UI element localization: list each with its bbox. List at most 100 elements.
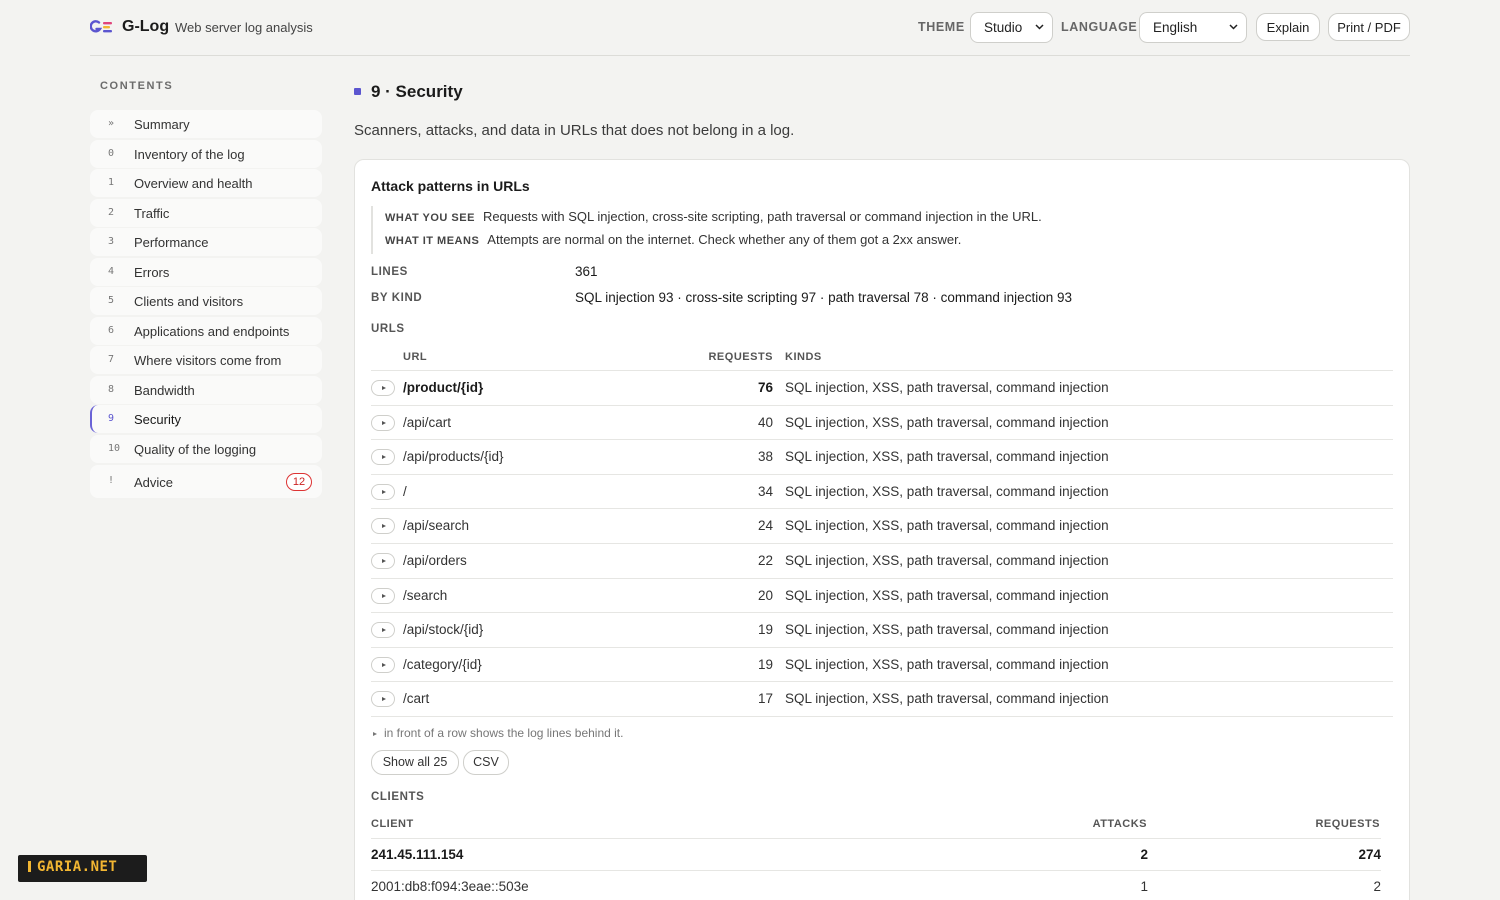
url-cell: /cart (403, 691, 430, 707)
url-cell: /api/products/{id} (403, 449, 504, 465)
url-cell: /product/{id} (403, 380, 484, 395)
chevron-down-icon (1035, 24, 1044, 30)
expand-row-button[interactable] (371, 449, 395, 466)
lines-key: LINES (371, 266, 408, 278)
client-cell: 2001:db8:f094:3eae::503e (371, 879, 529, 894)
table-row[interactable]: 2001:db8:f094:3eae::503e 1 2 (371, 870, 1381, 900)
table-row[interactable]: /cart 17 SQL injection, XSS, path traver… (371, 681, 1393, 716)
kinds-cell: SQL injection, XSS, path traversal, comm… (785, 414, 1109, 430)
table-row[interactable]: 241.45.111.154 2 274 (371, 838, 1381, 870)
app-name: G-Log (122, 18, 170, 35)
url-cell: /category/{id} (403, 656, 482, 672)
kinds-cell: SQL injection, XSS, path traversal, comm… (785, 483, 1109, 499)
table-row[interactable]: /api/products/{id} 38 SQL injection, XSS… (371, 439, 1393, 474)
csv-button[interactable]: CSV (463, 750, 509, 775)
sidebar-item-label: Security (134, 412, 181, 428)
table-row[interactable]: /product/{id} 76 SQL injection, XSS, pat… (371, 370, 1393, 405)
requests-cell: 24 (757, 518, 773, 534)
attacks-cell: 2 (1140, 847, 1148, 862)
expand-row-button[interactable] (371, 553, 395, 569)
client-requests-column-header: REQUESTS (1315, 818, 1380, 830)
nav-number: 7 (108, 354, 115, 366)
lines-value: 361 (575, 264, 598, 279)
nav-number: » (108, 118, 115, 129)
contents-heading: CONTENTS (100, 80, 174, 92)
expand-row-button[interactable] (371, 518, 395, 535)
app-subtitle: Web server log analysis (175, 20, 313, 35)
kinds-cell: SQL injection, XSS, path traversal, comm… (785, 518, 1109, 534)
sidebar-item-label: Traffic (134, 205, 170, 221)
g-log-logo-icon (90, 20, 112, 33)
sidebar-item-logging-quality[interactable]: 10 Quality of the logging (90, 435, 322, 464)
sidebar-item-label: Summary (134, 117, 190, 132)
kinds-cell: SQL injection, XSS, path traversal, comm… (785, 656, 1109, 672)
sidebar-item-label: Errors (134, 264, 170, 280)
contents-nav: » Summary 0 Inventory of the log 1 Overv… (90, 110, 322, 500)
nav-number: 4 (108, 265, 115, 277)
what-it-means-key: WHAT IT MEANS (385, 235, 480, 247)
nav-number: 0 (108, 147, 115, 159)
sidebar-item-label: Overview and health (134, 176, 253, 192)
sidebar-item-label: Inventory of the log (134, 146, 245, 162)
sidebar-item-label: Quality of the logging (134, 442, 257, 458)
kinds-cell: SQL injection, XSS, path traversal, comm… (785, 587, 1109, 603)
table-row[interactable]: /api/orders 22 SQL injection, XSS, path … (371, 543, 1393, 578)
sidebar-item-traffic[interactable]: 2 Traffic (90, 198, 322, 227)
expand-row-button[interactable] (371, 380, 395, 396)
nav-number: 1 (108, 177, 115, 189)
table-row[interactable]: /category/{id} 19 SQL injection, XSS, pa… (371, 646, 1393, 682)
expand-row-button[interactable] (371, 656, 395, 673)
nav-number: 3 (108, 236, 115, 248)
sidebar-item-summary[interactable]: » Summary (90, 110, 322, 138)
requests-cell: 38 (757, 449, 773, 465)
sidebar-item-advice[interactable]: ! Advice 12 (90, 465, 322, 499)
sidebar-item-performance[interactable]: 3 Performance (90, 228, 322, 257)
expand-row-button[interactable] (371, 691, 395, 708)
nav-number: 9 (108, 413, 115, 425)
sidebar-item-security[interactable]: 9 Security (90, 405, 322, 434)
sidebar-item-clients[interactable]: 5 Clients and visitors (90, 287, 322, 316)
table-row[interactable]: /api/stock/{id} 19 SQL injection, XSS, p… (371, 612, 1393, 647)
play-triangle-icon (373, 731, 377, 736)
requests-cell: 76 (757, 380, 773, 395)
watermark-bar-icon (28, 861, 31, 872)
client-cell: 241.45.111.154 (371, 847, 464, 862)
sidebar-item-label: Where visitors come from (134, 353, 282, 369)
show-all-button[interactable]: Show all 25 (371, 750, 459, 775)
print-pdf-button[interactable]: Print / PDF (1328, 13, 1410, 41)
expand-row-button[interactable] (371, 587, 395, 604)
table-row[interactable]: / 34 SQL injection, XSS, path traversal,… (371, 473, 1393, 509)
sidebar-item-errors[interactable]: 4 Errors (90, 257, 322, 286)
sidebar-item-referrers[interactable]: 7 Where visitors come from (90, 346, 322, 375)
table-row[interactable]: /api/cart 40 SQL injection, XSS, path tr… (371, 404, 1393, 440)
what-you-see-row: WHAT YOU SEE Requests with SQL injection,… (385, 209, 1042, 224)
requests-cell: 20 (757, 587, 773, 603)
theme-select-value: Studio (984, 20, 1023, 35)
expand-row-button[interactable] (371, 622, 395, 639)
what-you-see-text: Requests with SQL injection, cross-site … (482, 209, 1042, 224)
expand-row-button[interactable] (371, 483, 395, 500)
explain-button[interactable]: Explain (1256, 13, 1320, 41)
language-label: LANGUAGE (1061, 20, 1138, 34)
what-it-means-text: Attempts are normal on the internet. Che… (487, 232, 962, 247)
language-select[interactable]: English (1139, 12, 1247, 43)
nav-number: 8 (108, 383, 115, 395)
sidebar-item-label: Performance (134, 235, 209, 251)
table-row[interactable]: /api/search 24 SQL injection, XSS, path … (371, 508, 1393, 543)
kinds-cell: SQL injection, XSS, path traversal, comm… (785, 553, 1109, 568)
expand-hint: in front of a row shows the log lines be… (373, 726, 623, 740)
chevron-down-icon (1229, 24, 1238, 30)
sidebar-item-inventory[interactable]: 0 Inventory of the log (90, 139, 322, 168)
garia-watermark: GARIA.NET (18, 855, 147, 882)
section-title: 9 · Security (371, 82, 463, 101)
language-select-value: English (1153, 20, 1198, 35)
sidebar-item-overview[interactable]: 1 Overview and health (90, 169, 322, 198)
theme-select[interactable]: Studio (970, 12, 1053, 43)
table-row[interactable]: /search 20 SQL injection, XSS, path trav… (371, 577, 1393, 613)
sidebar-item-applications[interactable]: 6 Applications and endpoints (90, 316, 322, 345)
requests-cell: 2 (1373, 879, 1381, 894)
expand-row-button[interactable] (371, 414, 395, 431)
sidebar-item-bandwidth[interactable]: 8 Bandwidth (90, 375, 322, 404)
requests-cell: 17 (757, 691, 773, 707)
clients-label: CLIENTS (371, 791, 425, 803)
